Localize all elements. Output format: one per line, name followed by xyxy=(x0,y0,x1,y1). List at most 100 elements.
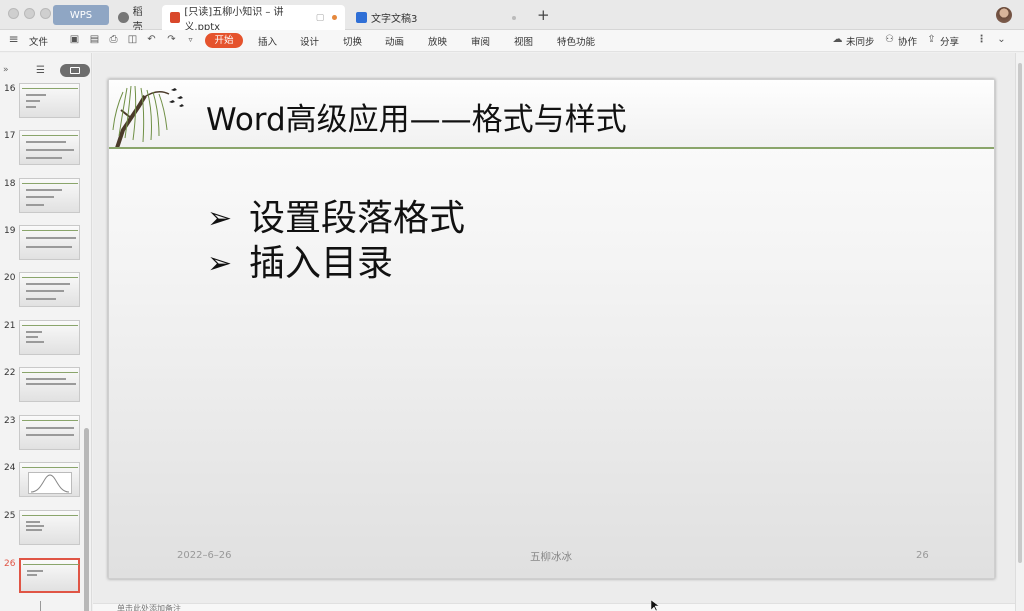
menu-slideshow[interactable]: 放映 xyxy=(428,34,447,48)
thumbnail-number: 24 xyxy=(4,463,16,473)
slide-canvas: Word高级应用——格式与样式 ➢ 设置段落格式 ➢ 插入目录 2022–6–2… xyxy=(93,53,1015,603)
thumbnail-item[interactable]: 23 xyxy=(0,415,88,453)
right-scrollbar[interactable] xyxy=(1015,53,1024,611)
thumbnail-item[interactable]: 21 xyxy=(0,320,88,358)
thumbnail-number: 16 xyxy=(4,84,16,94)
menu-insert[interactable]: 插入 xyxy=(258,34,277,48)
toolbar: ≡ 文件 ▣ ▤ ⎙ ◫ ↶ ↷ ▿ 开始 插入 设计 切换 动画 放映 审阅 … xyxy=(0,30,1024,52)
thumbnail-number: 22 xyxy=(4,368,16,378)
title-underline xyxy=(109,147,994,149)
slide-thumbnail-panel: » ☰ 16 17 18 19 20 21 22 23 24 25 26 xyxy=(0,53,92,611)
share-icon: ⇪ xyxy=(927,34,936,45)
slide-thumbnail[interactable] xyxy=(19,510,80,545)
unsynced-status[interactable]: 未同步 xyxy=(846,34,875,48)
thumbnail-scrollbar[interactable] xyxy=(84,428,89,611)
thumbnail-number: 23 xyxy=(4,416,16,426)
comment-icon: ▢ xyxy=(315,12,325,23)
unsaved-dot-icon xyxy=(332,15,337,20)
cloud-sync-icon: ☁ xyxy=(832,34,843,45)
undo-icon[interactable]: ↶ xyxy=(146,34,157,45)
slide-title[interactable]: Word高级应用——格式与样式 xyxy=(206,94,627,139)
save-icon[interactable]: ▣ xyxy=(69,34,80,45)
thumbnail-number: 17 xyxy=(4,131,16,141)
footer-slide-number: 26 xyxy=(916,550,929,561)
more-quick-icon[interactable]: ▿ xyxy=(185,34,196,45)
panel-header: » ☰ xyxy=(0,53,92,81)
tab-document[interactable]: 文字文稿3 xyxy=(348,5,528,30)
menu-icon[interactable]: ≡ xyxy=(8,33,19,45)
slide-thumbnail-active[interactable] xyxy=(19,558,80,593)
menu-features[interactable]: 特色功能 xyxy=(557,34,595,48)
thumbnail-number: 20 xyxy=(4,273,16,283)
notes-area[interactable]: 单击此处添加备注 xyxy=(93,603,1015,611)
thumbnail-item[interactable]: 16 xyxy=(0,83,88,121)
scroll-thumb[interactable] xyxy=(1018,63,1022,563)
thumbnail-number: 26 xyxy=(4,559,16,569)
presentation-icon xyxy=(170,12,181,23)
outline-view-icon[interactable]: ☰ xyxy=(36,65,45,76)
avatar[interactable] xyxy=(996,7,1012,23)
arrow-bullet-icon: ➢ xyxy=(207,246,233,281)
zoom-window-button[interactable] xyxy=(40,8,51,19)
slide-thumbnail[interactable] xyxy=(19,367,80,402)
footer-date: 2022–6–26 xyxy=(177,550,232,561)
share-button[interactable]: 分享 xyxy=(940,34,959,48)
thumbnail-number: 19 xyxy=(4,226,16,236)
expand-panel-icon[interactable]: » xyxy=(3,65,9,75)
collaborate-button[interactable]: 协作 xyxy=(898,34,917,48)
menu-transition[interactable]: 切换 xyxy=(343,34,362,48)
slide-thumbnail[interactable] xyxy=(19,415,80,450)
file-menu[interactable]: 文件 xyxy=(29,34,48,48)
tab-presentation[interactable]: [只读]五柳小知识 – 讲义.pptx ▢ xyxy=(162,5,345,33)
tab-daoke[interactable]: 稻壳 xyxy=(110,5,160,33)
slides-icon xyxy=(70,67,80,74)
collaborate-icon: ⚇ xyxy=(885,34,894,45)
bullet-item: ➢ 插入目录 xyxy=(207,241,465,286)
thumbnail-item[interactable]: 25 xyxy=(0,510,88,548)
thumbnail-item[interactable]: 22 xyxy=(0,367,88,405)
tab-dot-icon xyxy=(512,15,516,20)
print-icon[interactable]: ⎙ xyxy=(108,34,119,45)
slide-thumbnail[interactable] xyxy=(19,178,80,213)
current-slide[interactable]: Word高级应用——格式与样式 ➢ 设置段落格式 ➢ 插入目录 2022–6–2… xyxy=(108,79,995,579)
slide-thumbnail[interactable] xyxy=(19,83,80,118)
thumbnail-item[interactable]: 17 xyxy=(0,130,88,168)
thumbnail-number: 25 xyxy=(4,511,16,521)
willow-tree-icon xyxy=(112,85,184,149)
title-bar: WPS 稻壳 [只读]五柳小知识 – 讲义.pptx ▢ 文字文稿3 + xyxy=(0,0,1024,33)
thumbnail-item[interactable]: 18 xyxy=(0,178,88,216)
bullet-list[interactable]: ➢ 设置段落格式 ➢ 插入目录 xyxy=(207,196,465,286)
new-tab-button[interactable]: + xyxy=(537,6,550,24)
redo-icon[interactable]: ↷ xyxy=(166,34,177,45)
slide-thumbnail[interactable] xyxy=(19,320,80,355)
menu-view[interactable]: 视图 xyxy=(514,34,533,48)
menu-design[interactable]: 设计 xyxy=(300,34,319,48)
minimize-window-button[interactable] xyxy=(24,8,35,19)
chevron-down-icon[interactable]: ⌄ xyxy=(996,34,1007,45)
mouse-cursor-icon xyxy=(651,600,659,611)
thumbnail-chart-icon xyxy=(28,472,72,494)
menu-animation[interactable]: 动画 xyxy=(385,34,404,48)
slide-thumbnail[interactable] xyxy=(19,272,80,307)
preview-icon[interactable]: ◫ xyxy=(127,34,138,45)
export-icon[interactable]: ▤ xyxy=(89,34,100,45)
slide-thumbnail[interactable] xyxy=(19,225,80,260)
more-vertical-icon[interactable]: ⋮ xyxy=(976,34,987,45)
start-tab[interactable]: 开始 xyxy=(205,33,243,48)
close-window-button[interactable] xyxy=(8,8,19,19)
tab-label: 稻壳 xyxy=(132,6,143,33)
thumbnail-view-button[interactable] xyxy=(60,64,90,77)
tab-wps[interactable]: WPS xyxy=(53,5,109,25)
thumbnail-number: 21 xyxy=(4,321,16,331)
thumbnail-item[interactable]: 20 xyxy=(0,272,88,310)
thumbnail-item[interactable]: 24 xyxy=(0,462,88,500)
bullet-item: ➢ 设置段落格式 xyxy=(207,196,465,241)
menu-review[interactable]: 审阅 xyxy=(471,34,490,48)
thumbnail-item[interactable]: 19 xyxy=(0,225,88,263)
document-icon xyxy=(356,12,367,23)
panel-divider xyxy=(40,601,41,611)
daoke-icon xyxy=(118,12,129,23)
slide-thumbnail[interactable] xyxy=(19,130,80,165)
thumbnail-item-active[interactable]: 26 xyxy=(0,558,88,596)
slide-thumbnail[interactable] xyxy=(19,462,80,497)
